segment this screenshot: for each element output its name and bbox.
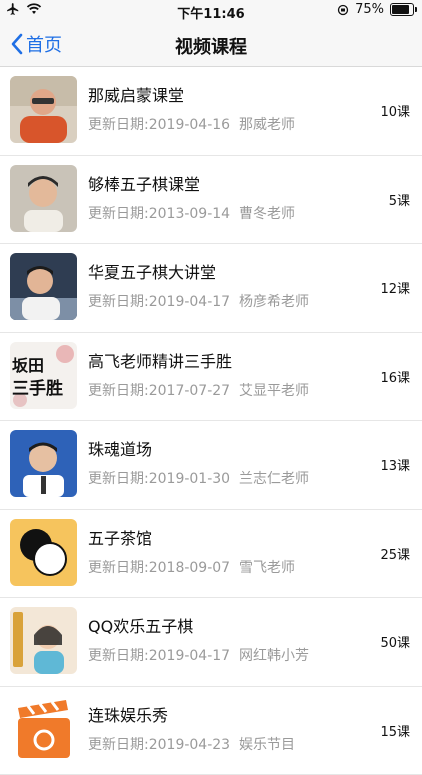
course-row[interactable]: 五子茶馆 更新日期:2018-09-07 雪飞老师 25课 [0, 510, 422, 599]
course-row[interactable]: 够棒五子棋课堂 更新日期:2013-09-14 曹冬老师 5课 [0, 156, 422, 245]
course-title: 连珠娱乐秀 [88, 702, 168, 726]
lesson-count: 5课 [389, 190, 410, 209]
lesson-count: 10课 [380, 101, 410, 120]
course-row[interactable]: 连珠娱乐秀 更新日期:2019-04-23 娱乐节目 15课 [0, 687, 422, 775]
update-label: 更新日期: [88, 383, 149, 399]
course-title: 五子茶馆 [88, 525, 152, 549]
teacher-name: 那威老师 [239, 117, 295, 133]
course-title: 够棒五子棋课堂 [88, 171, 200, 195]
update-date: 2019-04-17 [149, 294, 230, 310]
course-row[interactable]: 华夏五子棋大讲堂 更新日期:2019-04-17 杨彦希老师 12课 [0, 244, 422, 333]
update-label: 更新日期: [88, 560, 149, 576]
course-meta: 更新日期:2019-04-17 杨彦希老师 [88, 291, 309, 311]
update-label: 更新日期: [88, 294, 149, 310]
teacher-name: 雪飞老师 [239, 560, 295, 576]
course-row[interactable]: QQ欢乐五子棋 更新日期:2019-04-17 网红韩小芳 50课 [0, 598, 422, 687]
teacher-name: 艾显平老师 [239, 383, 309, 399]
lesson-count: 12课 [380, 278, 410, 297]
update-label: 更新日期: [88, 206, 149, 222]
teacher-name: 兰志仁老师 [239, 471, 309, 487]
update-date: 2017-07-27 [149, 383, 230, 399]
lesson-count: 50课 [380, 632, 410, 651]
update-label: 更新日期: [88, 737, 149, 753]
lesson-count: 13课 [380, 455, 410, 474]
course-thumbnail [10, 519, 77, 586]
update-date: 2019-04-16 [149, 117, 230, 133]
course-meta: 更新日期:2019-04-17 网红韩小芳 [88, 645, 309, 665]
course-row[interactable]: 那威启蒙课堂 更新日期:2019-04-16 那威老师 10课 [0, 67, 422, 156]
course-meta: 更新日期:2013-09-14 曹冬老师 [88, 203, 295, 223]
teacher-name: 杨彦希老师 [239, 294, 309, 310]
course-thumbnail [10, 253, 77, 320]
battery-icon [390, 3, 414, 16]
update-date: 2018-09-07 [149, 560, 230, 576]
update-label: 更新日期: [88, 471, 149, 487]
course-meta: 更新日期:2019-04-23 娱乐节目 [88, 734, 295, 754]
thumbnail-text-top: 坂田 [12, 352, 44, 376]
course-title: 珠魂道场 [88, 436, 152, 460]
thumbnail-text-bottom: 三手胜 [12, 374, 63, 399]
page-title: 视频课程 [0, 33, 422, 59]
nav-bar: 首页 视频课程 [0, 22, 422, 67]
course-title: QQ欢乐五子棋 [88, 613, 193, 637]
course-title: 高飞老师精讲三手胜 [88, 348, 232, 372]
course-thumbnail [10, 430, 77, 497]
teacher-name: 娱乐节目 [239, 737, 295, 753]
update-date: 2019-04-17 [149, 648, 230, 664]
course-row[interactable]: 坂田 三手胜 高飞老师精讲三手胜 更新日期:2017-07-27 艾显平老师 1… [0, 333, 422, 422]
course-row[interactable]: 珠魂道场 更新日期:2019-01-30 兰志仁老师 13课 [0, 421, 422, 510]
course-meta: 更新日期:2017-07-27 艾显平老师 [88, 380, 309, 400]
teacher-name: 曹冬老师 [239, 206, 295, 222]
course-thumbnail [10, 607, 77, 674]
lesson-count: 25课 [380, 544, 410, 563]
battery-percent: 75% [355, 2, 384, 17]
orientation-lock-icon [337, 4, 349, 16]
teacher-name: 网红韩小芳 [239, 648, 309, 664]
update-label: 更新日期: [88, 117, 149, 133]
course-meta: 更新日期:2019-04-16 那威老师 [88, 114, 295, 134]
update-date: 2019-04-23 [149, 737, 230, 753]
course-thumbnail [10, 696, 77, 763]
course-meta: 更新日期:2019-01-30 兰志仁老师 [88, 468, 309, 488]
update-date: 2013-09-14 [149, 206, 230, 222]
course-list: 那威启蒙课堂 更新日期:2019-04-16 那威老师 10课 够棒五子棋课堂 … [0, 67, 422, 775]
course-thumbnail [10, 165, 77, 232]
update-label: 更新日期: [88, 648, 149, 664]
update-date: 2019-01-30 [149, 471, 230, 487]
lesson-count: 16课 [380, 367, 410, 386]
course-meta: 更新日期:2018-09-07 雪飞老师 [88, 557, 295, 577]
lesson-count: 15课 [380, 721, 410, 740]
course-title: 华夏五子棋大讲堂 [88, 259, 216, 283]
course-thumbnail [10, 76, 77, 143]
course-thumbnail: 坂田 三手胜 [10, 342, 77, 409]
status-bar: 下午11:46 75% [0, 0, 422, 22]
course-title: 那威启蒙课堂 [88, 82, 184, 106]
status-right: 75% [337, 2, 414, 17]
